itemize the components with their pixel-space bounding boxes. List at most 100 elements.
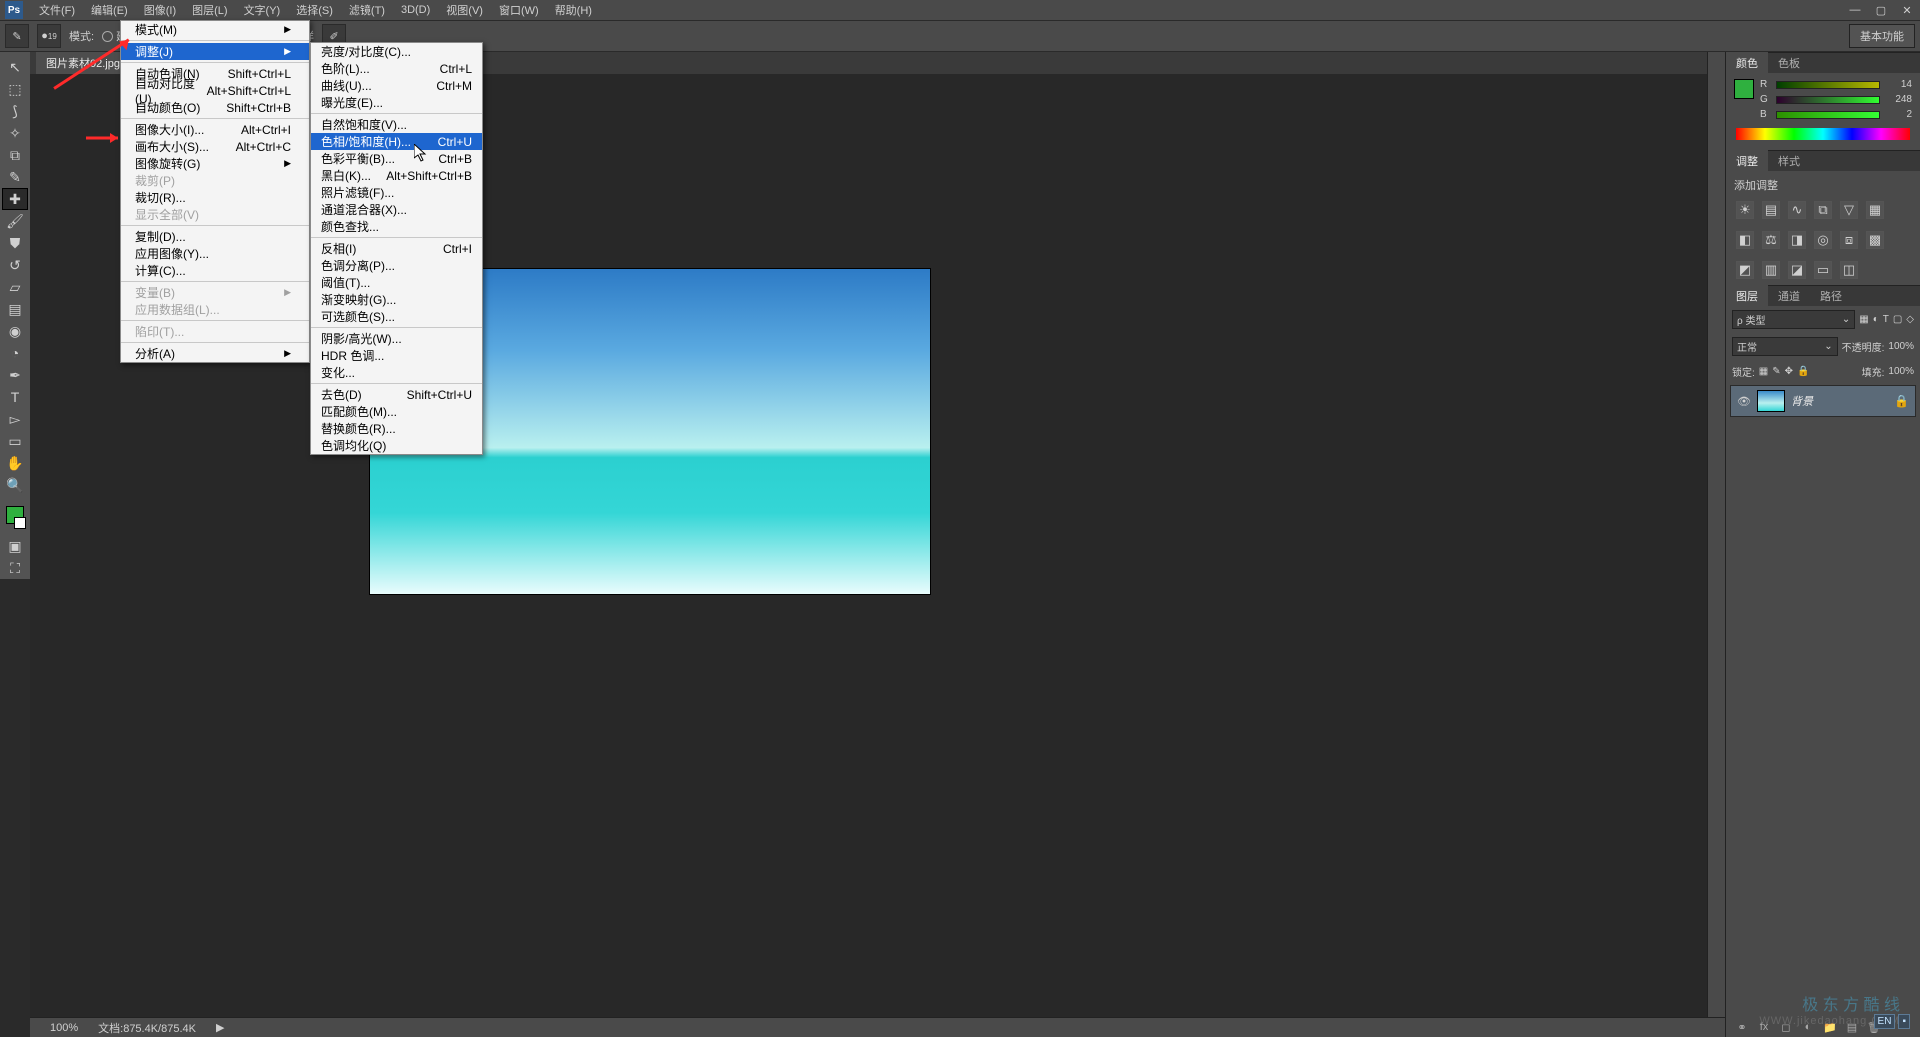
adj-hue-icon[interactable]: ◧ [1736,231,1754,249]
menu1-auto-color[interactable]: 自动颜色(O)Shift+Ctrl+B [121,99,309,116]
minimize-button[interactable]: — [1842,0,1868,20]
quickmask-icon[interactable]: ▣ [2,535,28,557]
adj-posterize-icon[interactable]: ▥ [1762,261,1780,279]
r-slider[interactable]: R14 [1760,79,1912,90]
menu1-image-size[interactable]: 图像大小(I)...Alt+Ctrl+I [121,121,309,138]
collapsed-panel-column[interactable] [1707,52,1725,1037]
adj-levels-icon[interactable]: ▤ [1762,201,1780,219]
menu1-rotation[interactable]: 图像旋转(G)▶ [121,155,309,172]
adj-bw-icon[interactable]: ◨ [1788,231,1806,249]
close-button[interactable]: ✕ [1894,0,1920,20]
menu2-threshold[interactable]: 阈值(T)... [311,274,482,291]
menu1-apply-image[interactable]: 应用图像(Y)... [121,245,309,262]
adj-threshold-icon[interactable]: ◪ [1788,261,1806,279]
eyedropper-tool-icon[interactable]: ✎ [2,166,28,188]
menu2-color-balance[interactable]: 色彩平衡(B)...Ctrl+B [311,150,482,167]
menu1-duplicate[interactable]: 复制(D)... [121,228,309,245]
filter-adjust-icon[interactable]: ◐ [1873,314,1879,325]
adj-selective-icon[interactable]: ◫ [1840,261,1858,279]
menu2-curves[interactable]: 曲线(U)...Ctrl+M [311,77,482,94]
menu1-mode[interactable]: 模式(M)▶ [121,21,309,38]
tool-preset-icon[interactable]: ✎ [5,24,29,48]
tab-swatches[interactable]: 色板 [1768,52,1810,74]
filter-type-icon[interactable]: T [1883,314,1889,325]
menu2-gradient-map[interactable]: 渐变映射(G)... [311,291,482,308]
spectrum-bar[interactable] [1736,128,1910,140]
menu1-canvas-size[interactable]: 画布大小(S)...Alt+Ctrl+C [121,138,309,155]
path-tool-icon[interactable]: ▻ [2,408,28,430]
crop-tool-icon[interactable]: ⧉ [2,144,28,166]
dodge-tool-icon[interactable]: ◔ [2,342,28,364]
fill-value[interactable]: 100% [1888,366,1914,377]
layer-item-background[interactable]: 👁 背景 🔒 [1730,385,1916,417]
adj-curves-icon[interactable]: ∿ [1788,201,1806,219]
visibility-eye-icon[interactable]: 👁 [1737,395,1751,408]
zoom-level[interactable]: 100% [50,1022,78,1034]
menu1-analysis[interactable]: 分析(A)▶ [121,345,309,362]
brush-preview-icon[interactable]: ●19 [37,24,61,48]
lock-trans-icon[interactable]: ▦ [1759,366,1768,377]
background-swatch[interactable] [14,517,26,529]
color-panel-swatch[interactable] [1734,79,1754,99]
menu-view[interactable]: 视图(V) [438,0,491,20]
menu-select[interactable]: 选择(S) [288,0,341,20]
menu-image[interactable]: 图像(I) [136,0,184,20]
adj-mixer-icon[interactable]: ⧈ [1840,231,1858,249]
gradient-tool-icon[interactable]: ▤ [2,298,28,320]
menu1-adjust[interactable]: 调整(J)▶ [121,43,309,60]
pen-tool-icon[interactable]: ✒ [2,364,28,386]
eraser-tool-icon[interactable]: ▱ [2,276,28,298]
menu2-black-white[interactable]: 黑白(K)...Alt+Shift+Ctrl+B [311,167,482,184]
menu2-channel-mixer[interactable]: 通道混合器(X)... [311,201,482,218]
adj-settings-icon[interactable]: ▦ [1866,201,1884,219]
menu-filter[interactable]: 滤镜(T) [341,0,393,20]
blur-tool-icon[interactable]: ◉ [2,320,28,342]
adj-photofilter-icon[interactable]: ◎ [1814,231,1832,249]
menu2-desaturate[interactable]: 去色(D)Shift+Ctrl+U [311,386,482,403]
menu-type[interactable]: 文字(Y) [236,0,289,20]
menu2-levels[interactable]: 色阶(L)...Ctrl+L [311,60,482,77]
menu-help[interactable]: 帮助(H) [547,0,600,20]
menu1-calculations[interactable]: 计算(C)... [121,262,309,279]
menu-edit[interactable]: 编辑(E) [83,0,136,20]
menu2-hue-saturation[interactable]: 色相/饱和度(H)...Ctrl+U [311,133,482,150]
menu2-photo-filter[interactable]: 照片滤镜(F)... [311,184,482,201]
wand-tool-icon[interactable]: ✧ [2,122,28,144]
lock-move-icon[interactable]: ✥ [1785,366,1793,377]
lasso-tool-icon[interactable]: ⟆ [2,100,28,122]
tab-color[interactable]: 颜色 [1726,52,1768,74]
menu2-shadows-highlights[interactable]: 阴影/高光(W)... [311,330,482,347]
maximize-button[interactable]: ▢ [1868,0,1894,20]
menu-3d[interactable]: 3D(D) [393,2,438,18]
stamp-tool-icon[interactable]: ⛊ [2,232,28,254]
layer-thumbnail[interactable] [1757,390,1785,412]
adj-exposure-icon[interactable]: ⧉ [1814,201,1832,219]
status-arrow-icon[interactable]: ▶ [216,1021,224,1034]
lock-all-icon[interactable]: 🔒 [1797,366,1809,377]
menu-layer[interactable]: 图层(L) [184,0,235,20]
marquee-tool-icon[interactable]: ⬚ [2,78,28,100]
ime-indicator[interactable]: EN ▪ [1874,1014,1910,1029]
hand-tool-icon[interactable]: ✋ [2,452,28,474]
filter-smart-icon[interactable]: ◇ [1906,314,1914,325]
filter-pixel-icon[interactable]: ▦ [1859,314,1868,325]
adj-invert-icon[interactable]: ◩ [1736,261,1754,279]
ime-mode[interactable]: ▪ [1898,1014,1910,1029]
menu2-color-lookup[interactable]: 颜色查找... [311,218,482,235]
zoom-tool-icon[interactable]: 🔍 [2,474,28,496]
doc-size[interactable]: 文档:875.4K/875.4K [98,1020,196,1036]
screenmode-icon[interactable]: ⛶ [2,557,28,579]
opacity-value[interactable]: 100% [1888,341,1914,352]
menu1-trim[interactable]: 裁切(R)... [121,189,309,206]
menu2-invert[interactable]: 反相(I)Ctrl+I [311,240,482,257]
menu2-replace-color[interactable]: 替换颜色(R)... [311,420,482,437]
tab-styles[interactable]: 样式 [1768,150,1810,172]
menu2-equalize[interactable]: 色调均化(Q) [311,437,482,454]
menu2-match-color[interactable]: 匹配颜色(M)... [311,403,482,420]
history-brush-icon[interactable]: ↺ [2,254,28,276]
adj-lookup-icon[interactable]: ▩ [1866,231,1884,249]
tab-paths[interactable]: 路径 [1810,285,1852,307]
shape-tool-icon[interactable]: ▭ [2,430,28,452]
type-tool-icon[interactable]: T [2,386,28,408]
workspace-switcher[interactable]: 基本功能 [1849,24,1915,48]
